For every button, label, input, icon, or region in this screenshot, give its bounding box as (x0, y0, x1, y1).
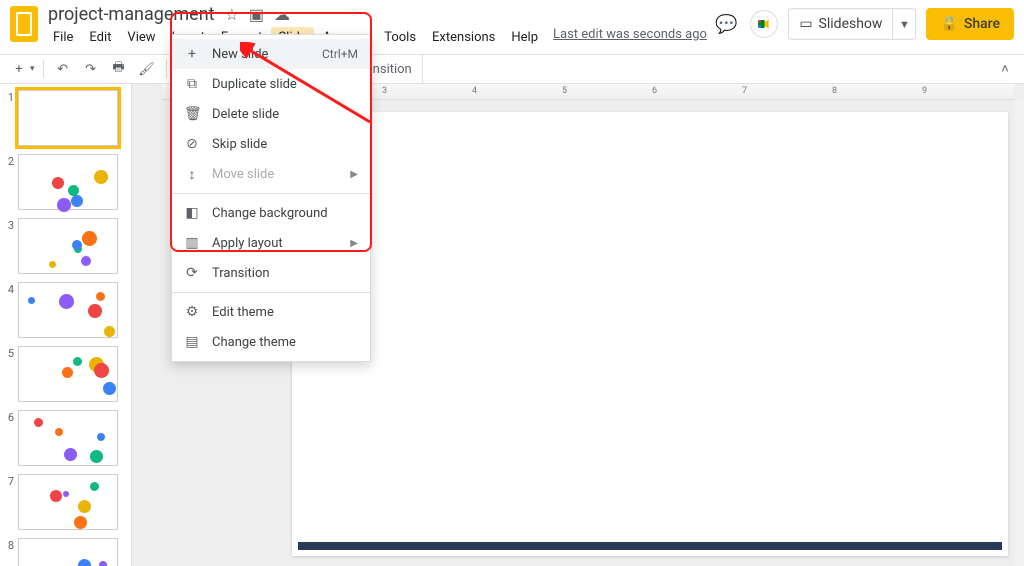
menu-tools[interactable]: Tools (377, 27, 423, 48)
collapse-toolbar-icon[interactable]: ˄ (992, 61, 1018, 77)
menu-item-label: Delete slide (212, 107, 279, 122)
ruler-tick: 3 (382, 86, 387, 96)
menu-item-apply-layout[interactable]: ▥ Apply layout ▶ (172, 228, 370, 258)
menu-item-new-slide[interactable]: + New slide Ctrl+M (172, 39, 370, 69)
menu-item-label: New slide (212, 47, 268, 62)
menu-item-label: Move slide (212, 167, 274, 182)
slide-number: 8 (4, 538, 14, 566)
menu-edit[interactable]: Edit (82, 27, 118, 48)
menu-item-delete-slide[interactable]: 🗑 Delete slide (172, 99, 370, 129)
print-button[interactable]: 🖶 (106, 57, 132, 81)
slide-number: 4 (4, 282, 14, 338)
meet-icon[interactable] (750, 10, 778, 38)
slide-thumbnail-6[interactable] (18, 410, 118, 466)
slide-canvas[interactable] (292, 112, 1008, 556)
menu-item-label: Skip slide (212, 137, 267, 152)
menu-item-label: Edit theme (212, 305, 274, 320)
menu-item-icon: ⟳ (184, 265, 200, 281)
toolbar: +▾ ↶ ↷ 🖶 🖌 🔍▾ ▲ T Theme Transition ˄ (0, 54, 1024, 84)
menu-item-edit-theme[interactable]: ⚙ Edit theme (172, 297, 370, 327)
menu-item-icon: ⚙ (184, 304, 200, 320)
menu-extensions[interactable]: Extensions (425, 27, 502, 48)
star-icon[interactable]: ☆ (223, 5, 241, 25)
new-slide-button[interactable]: + (6, 57, 32, 81)
present-icon: ▭ (799, 16, 812, 32)
menu-help[interactable]: Help (504, 27, 545, 48)
ruler-tick: 9 (922, 86, 927, 96)
menu-item-icon: ↕ (184, 166, 200, 183)
vertical-scrollbar[interactable] (1014, 100, 1024, 566)
slide-number: 2 (4, 154, 14, 210)
slide-thumbnail-2[interactable] (18, 154, 118, 210)
slide-number: 6 (4, 410, 14, 466)
menu-item-icon: ▥ (184, 235, 200, 251)
submenu-arrow-icon: ▶ (350, 169, 358, 180)
slide-footer-bar (298, 542, 1002, 550)
filmstrip: 1 2 3 4 5 6 7 8 (0, 84, 132, 566)
menu-item-transition[interactable]: ⟳ Transition (172, 258, 370, 288)
menu-file[interactable]: File (46, 27, 80, 48)
share-label: Share (964, 16, 1000, 32)
slide-number: 3 (4, 218, 14, 274)
slideshow-dropdown[interactable]: ▼ (893, 18, 915, 31)
document-title[interactable]: project-management (46, 4, 217, 25)
ruler-tick: 5 (562, 86, 567, 96)
menu-item-icon: + (184, 46, 200, 62)
ruler-tick: 6 (652, 86, 657, 96)
new-slide-dropdown[interactable]: ▾ (30, 64, 35, 74)
slide-thumbnail-7[interactable] (18, 474, 118, 530)
ruler-tick: 7 (742, 86, 747, 96)
menu-item-label: Duplicate slide (212, 77, 297, 92)
menu-item-label: Change theme (212, 335, 296, 350)
ruler-tick: 4 (472, 86, 477, 96)
slides-app-icon[interactable] (10, 6, 38, 42)
slideshow-button[interactable]: ▭ Slideshow ▼ (788, 8, 916, 40)
slide-thumbnail-4[interactable] (18, 282, 118, 338)
undo-button[interactable]: ↶ (50, 57, 76, 81)
share-button[interactable]: 🔒 Share (926, 8, 1014, 40)
menu-item-shortcut: Ctrl+M (322, 47, 358, 61)
paint-format-button[interactable]: 🖌 (134, 57, 160, 81)
menu-item-icon: ⊘ (184, 136, 200, 152)
menu-item-skip-slide[interactable]: ⊘ Skip slide (172, 129, 370, 159)
submenu-arrow-icon: ▶ (350, 238, 358, 249)
menu-item-change-theme[interactable]: ▤ Change theme (172, 327, 370, 357)
menu-item-icon: ◧ (184, 205, 200, 221)
menu-item-label: Change background (212, 206, 328, 221)
menu-item-icon: 🗑 (184, 106, 200, 122)
menu-item-duplicate-slide[interactable]: ⧉ Duplicate slide (172, 69, 370, 99)
move-folder-icon[interactable]: ▣ (247, 5, 266, 25)
last-edit[interactable]: Last edit was seconds ago (553, 27, 707, 48)
menu-item-icon: ⧉ (184, 76, 200, 92)
slide-menu-dropdown: + New slide Ctrl+M ⧉ Duplicate slide 🗑 Delete … (171, 34, 371, 362)
menu-item-change-background[interactable]: ◧ Change background (172, 198, 370, 228)
menu-item-label: Apply layout (212, 236, 283, 251)
comments-icon[interactable]: 💬 (712, 10, 740, 38)
slide-number: 5 (4, 346, 14, 402)
cloud-status-icon[interactable]: ☁ (272, 5, 292, 25)
slide-thumbnail-3[interactable] (18, 218, 118, 274)
slide-thumbnail-1[interactable] (18, 90, 118, 146)
slide-number: 7 (4, 474, 14, 530)
menu-view[interactable]: View (120, 27, 162, 48)
menu-item-icon: ▤ (184, 334, 200, 350)
slide-thumbnail-5[interactable] (18, 346, 118, 402)
slideshow-label: Slideshow (819, 16, 883, 32)
menu-item-label: Transition (212, 266, 270, 281)
menu-item-move-slide: ↕ Move slide ▶ (172, 159, 370, 189)
lock-icon: 🔒 (940, 16, 957, 32)
redo-button[interactable]: ↷ (78, 57, 104, 81)
slide-thumbnail-8[interactable] (18, 538, 118, 566)
ruler-tick: 8 (832, 86, 837, 96)
slide-number: 1 (4, 90, 14, 146)
